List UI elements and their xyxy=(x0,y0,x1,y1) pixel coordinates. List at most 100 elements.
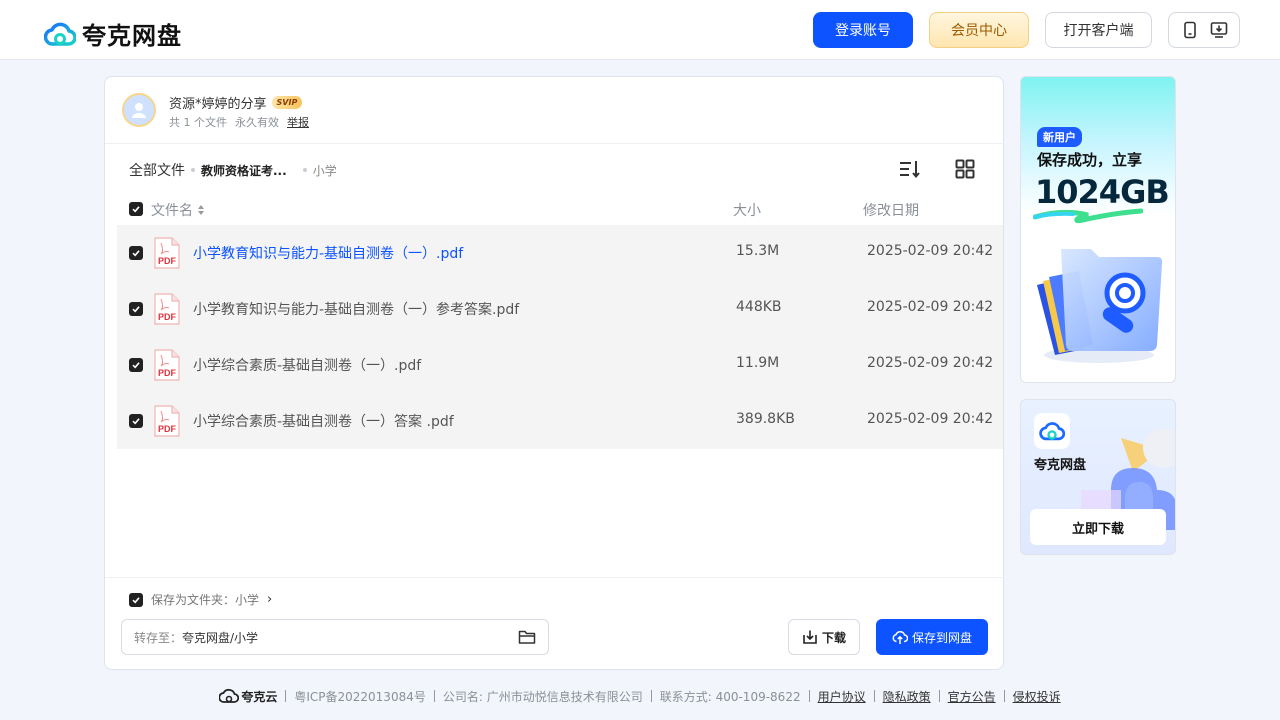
file-name[interactable]: 小学教育知识与能力-基础自测卷（一）参考答案.pdf xyxy=(193,299,519,319)
download-icon xyxy=(803,630,817,644)
device-buttons xyxy=(1168,12,1240,48)
footer-divider xyxy=(1003,690,1005,702)
file-size: 15.3M xyxy=(736,243,780,259)
file-name[interactable]: 小学综合素质-基础自测卷（一）.pdf xyxy=(193,355,421,375)
quark-app-logo xyxy=(1034,413,1070,449)
breadcrumb-root[interactable]: 全部文件 xyxy=(129,160,185,180)
file-size: 448KB xyxy=(736,299,782,315)
pdf-type-label: PDF xyxy=(158,424,177,434)
desktop-download-icon[interactable] xyxy=(1210,21,1228,39)
breadcrumb-separator xyxy=(302,168,307,172)
promo-banner-download-app[interactable]: 夸克网盘 立即下载 xyxy=(1020,399,1176,555)
share-header: 资源*婷婷的分享 SVIP 共 1 个文件 永久有效 举报 xyxy=(105,77,1005,144)
user-icon xyxy=(132,103,146,118)
footer-brand-text: 夸克云 xyxy=(241,689,278,704)
footer-divider xyxy=(650,690,652,702)
save-path-value: 夸克网盘/小学 xyxy=(182,630,259,645)
pdf-file-icon: PDF xyxy=(154,293,180,325)
check-icon xyxy=(132,362,140,369)
download-now-button[interactable]: 立即下载 xyxy=(1030,509,1166,545)
share-title-text: 资源*婷婷的分享 xyxy=(169,97,267,112)
file-name[interactable]: 小学教育知识与能力-基础自测卷（一）.pdf xyxy=(193,243,463,263)
promo-banner-storage[interactable]: 新用户 保存成功，立享 1024GB xyxy=(1020,76,1176,383)
folder-icon[interactable] xyxy=(518,629,536,645)
save-as-folder-option[interactable]: 保存为文件夹：小学 › xyxy=(129,591,272,608)
cloud-brand-icon xyxy=(219,688,240,703)
share-card: 资源*婷婷的分享 SVIP 共 1 个文件 永久有效 举报 全部文件 教师资格证… xyxy=(104,76,1005,670)
sort-icon[interactable] xyxy=(897,157,921,181)
breadcrumb-current: 小学 xyxy=(312,163,337,178)
column-name-label: 文件名 xyxy=(151,203,193,219)
file-size: 389.8KB xyxy=(736,411,795,427)
file-row[interactable]: PDF 小学综合素质-基础自测卷（一）.pdf 11.9M 2025-02-09… xyxy=(117,337,1003,393)
promo-headline: 保存成功，立享 xyxy=(1037,151,1143,169)
avatar xyxy=(122,93,156,127)
row-checkbox[interactable] xyxy=(129,302,143,316)
cloud-logo-icon xyxy=(1039,422,1065,441)
vip-center-button[interactable]: 会员中心 xyxy=(929,12,1029,48)
file-name[interactable]: 小学综合素质-基础自测卷（一）答案 .pdf xyxy=(193,411,454,431)
pdf-file-icon: PDF xyxy=(154,349,180,381)
footer-link-infringement[interactable]: 侵权投诉 xyxy=(1013,688,1061,705)
save-as-folder-label: 保存为文件夹：小学 xyxy=(151,593,260,607)
sort-arrows-icon xyxy=(198,205,204,215)
breadcrumb-separator xyxy=(191,168,195,172)
download-button[interactable]: 下载 xyxy=(788,619,860,655)
footer-divider xyxy=(873,690,875,702)
cloud-logo-icon xyxy=(44,22,76,46)
breadcrumb: 全部文件 教师资格证考... 小学 xyxy=(129,161,337,179)
pdf-type-label: PDF xyxy=(158,312,177,322)
mobile-icon[interactable] xyxy=(1181,21,1199,39)
column-name[interactable]: 文件名 xyxy=(151,200,205,220)
row-checkbox[interactable] xyxy=(129,246,143,260)
pdf-file-icon: PDF xyxy=(154,237,180,269)
footer-link-privacy[interactable]: 隐私政策 xyxy=(883,688,931,705)
footer-divider xyxy=(285,690,287,702)
grid-view-icon[interactable] xyxy=(953,157,977,181)
select-all-checkbox[interactable] xyxy=(129,202,143,216)
download-label: 下载 xyxy=(821,630,846,645)
footer-link-user-agreement[interactable]: 用户协议 xyxy=(818,688,866,705)
logo-text: 夸克网盘 xyxy=(82,22,182,50)
app-name: 夸克网盘 xyxy=(1034,458,1087,473)
save-as-folder-checkbox[interactable] xyxy=(129,592,143,607)
quark-logo[interactable]: 夸克网盘 xyxy=(44,16,182,51)
file-row[interactable]: PDF 小学教育知识与能力-基础自测卷（一）.pdf 15.3M 2025-02… xyxy=(117,225,1003,281)
save-to-drive-label: 保存到网盘 xyxy=(911,630,972,645)
chevron-right-icon: › xyxy=(267,592,273,607)
footer-divider xyxy=(938,690,940,702)
file-row[interactable]: PDF 小学教育知识与能力-基础自测卷（一）参考答案.pdf 448KB 202… xyxy=(117,281,1003,337)
cloud-upload-icon xyxy=(892,631,908,644)
footer-contact: 联系方式: 400-109-8622 xyxy=(659,689,801,704)
share-title: 资源*婷婷的分享 SVIP xyxy=(169,93,303,112)
footer-icp: 粤ICP备2022013084号 xyxy=(294,689,426,704)
column-size: 大小 xyxy=(733,203,761,219)
check-icon xyxy=(132,418,140,425)
login-button[interactable]: 登录账号 xyxy=(813,12,913,48)
save-path-label: 转存至： xyxy=(134,630,183,645)
file-date: 2025-02-09 20:42 xyxy=(867,243,994,259)
footer-divider xyxy=(433,690,435,702)
svip-badge: SVIP xyxy=(271,96,303,109)
top-header: 夸克网盘 登录账号 会员中心 打开客户端 xyxy=(0,0,1280,60)
file-row[interactable]: PDF 小学综合素质-基础自测卷（一）答案 .pdf 389.8KB 2025-… xyxy=(117,393,1003,449)
file-date: 2025-02-09 20:42 xyxy=(867,299,994,315)
footer-brand: 夸克云 xyxy=(219,688,277,705)
row-checkbox[interactable] xyxy=(129,358,143,372)
footer: 夸克云 粤ICP备2022013084号 公司名: 广州市动悦信息技术有限公司 … xyxy=(0,686,1280,706)
save-to-drive-button[interactable]: 保存到网盘 xyxy=(876,619,988,655)
save-path-field[interactable]: 转存至： 夸克网盘/小学 xyxy=(121,619,549,655)
breadcrumb-folder[interactable]: 教师资格证考... xyxy=(201,162,287,179)
folder-illustration xyxy=(1037,249,1163,363)
footer-company: 公司名: 广州市动悦信息技术有限公司 xyxy=(442,689,643,704)
report-link[interactable]: 举报 xyxy=(287,114,309,130)
file-count: 共 1 个文件 xyxy=(169,116,227,129)
open-client-button[interactable]: 打开客户端 xyxy=(1045,12,1152,48)
check-icon xyxy=(132,596,140,603)
footer-link-announcements[interactable]: 官方公告 xyxy=(948,688,996,705)
row-checkbox[interactable] xyxy=(129,414,143,428)
file-size: 11.9M xyxy=(736,355,780,371)
pdf-type-label: PDF xyxy=(158,256,177,266)
validity: 永久有效 xyxy=(235,116,279,129)
check-icon xyxy=(132,306,140,313)
